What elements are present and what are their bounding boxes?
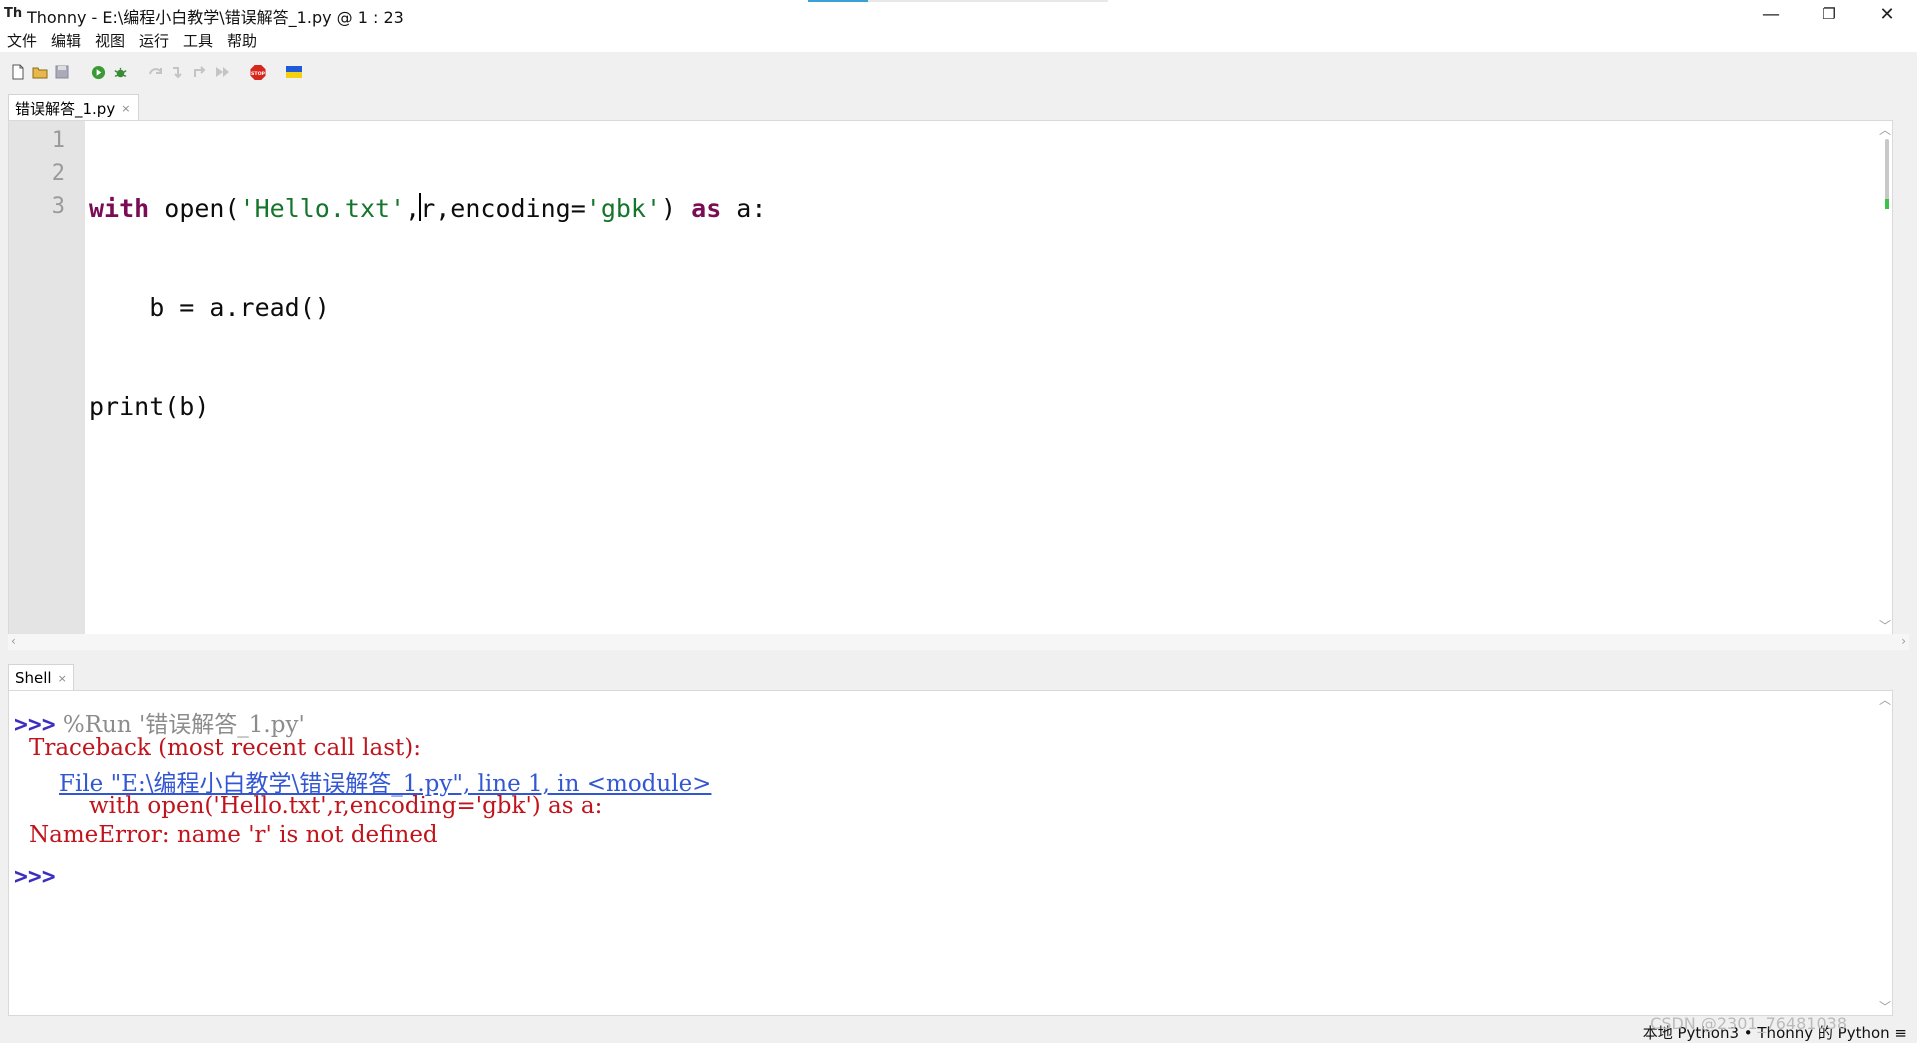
line-number: 3	[51, 194, 65, 219]
shell-scroll-down-arrow-icon[interactable]: ﹀	[1879, 998, 1891, 1015]
open-file-icon[interactable]	[32, 64, 48, 80]
scroll-position-marker	[1885, 199, 1889, 209]
shell-scroll-up-arrow-icon[interactable]: ︿	[1879, 691, 1891, 708]
scroll-left-arrow-icon[interactable]: ‹	[11, 634, 16, 648]
code-editor[interactable]: 1 2 3 with open('Hello.txt',r,encoding='…	[8, 120, 1893, 635]
code-token: open(	[164, 194, 240, 223]
shell-vertical-scrollbar[interactable]: ︿ ﹀	[1874, 691, 1892, 1015]
editor-tab-close-icon[interactable]: ×	[121, 102, 130, 115]
keyword-token: with	[89, 194, 150, 223]
menu-tools[interactable]: 工具	[183, 30, 213, 51]
step-over-icon[interactable]	[148, 64, 164, 80]
scroll-up-arrow-icon[interactable]: ︿	[1879, 121, 1891, 138]
thonny-app-icon: Th	[4, 6, 23, 21]
line-number-gutter: 1 2 3	[9, 121, 85, 634]
shell-run-line: >>> %Run '错误解答_1.py'	[14, 705, 305, 739]
shell-panel[interactable]: >>> %Run '错误解答_1.py' Traceback (most rec…	[8, 690, 1893, 1016]
traceback-header: Traceback (most recent call last):	[29, 735, 422, 761]
window-title: Thonny - E:\编程小白教学\错误解答_1.py @ 1 : 23	[27, 8, 404, 27]
step-into-icon[interactable]	[170, 64, 186, 80]
code-token: r,encoding=	[420, 194, 586, 223]
menu-run[interactable]: 运行	[139, 30, 169, 51]
menu-help[interactable]: 帮助	[227, 30, 257, 51]
string-token: 'gbk'	[585, 194, 662, 223]
debug-icon[interactable]	[112, 64, 128, 80]
code-line: print(b)	[89, 392, 210, 421]
menu-view[interactable]: 视图	[95, 30, 125, 51]
new-file-icon[interactable]	[10, 64, 26, 80]
menu-bar: 文件 编辑 视图 运行 工具 帮助	[0, 28, 1917, 52]
shell-tab-strip: Shell ×	[0, 662, 1917, 691]
close-button[interactable]: ✕	[1858, 0, 1916, 28]
line-number: 1	[51, 128, 65, 153]
string-token: 'Hello.txt'	[239, 194, 406, 223]
editor-tab[interactable]: 错误解答_1.py ×	[8, 94, 140, 121]
code-token: )	[661, 194, 692, 223]
scroll-down-arrow-icon[interactable]: ﹀	[1879, 617, 1891, 634]
menu-edit[interactable]: 编辑	[51, 30, 81, 51]
run-icon[interactable]	[90, 64, 106, 80]
error-message: NameError: name 'r' is not defined	[29, 822, 438, 848]
minimize-button[interactable]: —	[1742, 0, 1800, 28]
toolbar: STOP	[0, 52, 1917, 92]
code-line: with open('Hello.txt',r,encoding='gbk') …	[89, 192, 766, 225]
traceback-code-line: with open('Hello.txt',r,encoding='gbk') …	[89, 793, 603, 819]
shell-prompt: >>>	[14, 864, 56, 890]
save-file-icon[interactable]	[54, 64, 70, 80]
editor-horizontal-scrollbar[interactable]: ‹ ›	[8, 634, 1909, 650]
code-token: a:	[721, 194, 767, 223]
menu-file[interactable]: 文件	[7, 30, 37, 51]
watermark-text: CSDN @2301_76481038	[1650, 1014, 1847, 1033]
code-content[interactable]: with open('Hello.txt',r,encoding='gbk') …	[89, 126, 766, 489]
shell-tab[interactable]: Shell ×	[8, 664, 74, 691]
title-accent-highlight	[808, 0, 868, 2]
step-out-icon[interactable]	[192, 64, 208, 80]
line-number: 2	[51, 161, 65, 186]
editor-tab-label: 错误解答_1.py	[15, 99, 116, 118]
editor-tab-strip: 错误解答_1.py ×	[0, 92, 1917, 121]
stop-icon-label: STOP	[251, 70, 266, 76]
code-token: ,	[405, 194, 421, 223]
shell-tab-close-icon[interactable]: ×	[58, 672, 67, 685]
scroll-right-arrow-icon[interactable]: ›	[1901, 634, 1906, 648]
status-bar: 本地 Python3 • Thonny 的 Python ≡	[0, 1016, 1917, 1043]
shell-input-line[interactable]: >>>	[14, 864, 56, 890]
code-line: b = a.read()	[89, 293, 330, 322]
ukraine-flag-icon[interactable]	[286, 64, 302, 80]
editor-vertical-scrollbar[interactable]: ︿ ﹀	[1874, 121, 1892, 634]
maximize-button[interactable]: ❐	[1800, 0, 1858, 28]
shell-tab-label: Shell	[15, 669, 52, 687]
title-bar: Th Thonny - E:\编程小白教学\错误解答_1.py @ 1 : 23…	[0, 0, 1917, 28]
resume-icon[interactable]	[214, 64, 230, 80]
keyword-token: as	[691, 194, 722, 223]
stop-icon[interactable]: STOP	[250, 64, 266, 80]
